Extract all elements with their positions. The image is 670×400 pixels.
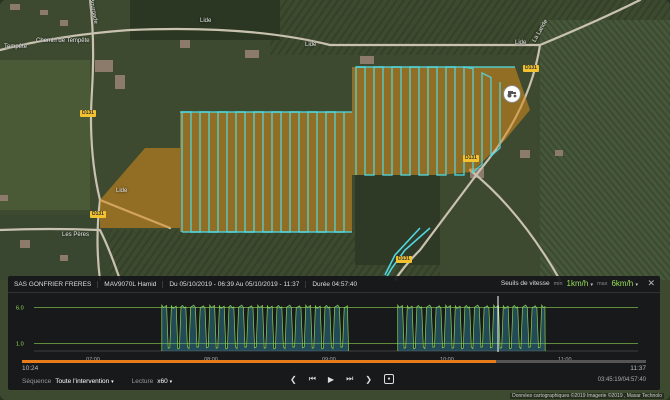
play-icon[interactable]: ▶ (328, 375, 334, 384)
trees-bottom-left (0, 215, 110, 280)
close-icon[interactable]: ✕ (647, 278, 655, 289)
speed-chart[interactable]: 6.01.0 07:0008:0009:0010:0011:00 (8, 294, 660, 364)
screenshot-icon[interactable]: ● (383, 374, 394, 384)
period-range: Du 05/10/2019 - 06:39 Au 05/10/2019 - 11… (163, 280, 307, 288)
road-label: Lide (116, 188, 128, 194)
prev-icon[interactable]: ❮ (290, 375, 297, 384)
player-buttons: ❮ ⏮ ▶ ⏭ ❯ ● (290, 374, 394, 384)
chevron-down-icon: ▾ (590, 282, 594, 288)
speed-thresholds: Seuils de vitesse min 1km/h ▾ max 6km/h … (501, 279, 638, 288)
timeline-end: 11:37 (630, 365, 646, 372)
timeline-start: 10:24 (22, 365, 39, 372)
chart-y-ticks: 6.0 1.0 (16, 305, 24, 347)
max-threshold-select[interactable]: 6km/h ▾ (611, 279, 638, 288)
field-left (0, 60, 90, 210)
vehicle-name: MAV9070L Hamid (98, 280, 164, 288)
road-label: Chemin de Tempête (36, 38, 90, 44)
timeline-progress (22, 360, 497, 363)
thresholds-label: Seuils de vitesse (500, 280, 550, 287)
chevron-down-icon: ▾ (111, 378, 114, 385)
speed-series (161, 303, 546, 352)
tractor-icon[interactable] (503, 85, 521, 103)
app-viewport: Tempête Chemin de Tempête Lide Lide Lide… (0, 0, 670, 400)
map-credits: Données cartographiques ©2019 Imagerie ©… (510, 393, 664, 399)
playback-panel: SAS GONFRIER FRERES MAV9070L Hamid Du 05… (8, 276, 660, 390)
road-label: Les Pères (62, 232, 90, 238)
road-label: Lide (305, 42, 317, 48)
playback-speed-select[interactable]: x60 ▾ (157, 378, 172, 385)
route-badge: D131 (90, 211, 106, 218)
road-label: Lide (200, 18, 212, 24)
min-label: min (553, 280, 563, 287)
skip-end-icon[interactable]: ⏭ (346, 374, 353, 384)
y-tick-label: 6.0 (16, 305, 24, 311)
company-name: SAS GONFRIER FRERES (8, 280, 99, 288)
playback-label: Lecture (131, 377, 154, 385)
playback-speed-value: x60 (157, 377, 168, 385)
route-badge: D131 (396, 256, 412, 263)
chevron-down-icon: ▾ (635, 282, 638, 288)
sequence-label: Séquence (22, 377, 52, 385)
timeline-bar[interactable] (22, 360, 646, 363)
road-label: Lide (515, 40, 527, 46)
next-icon[interactable]: ❯ (365, 375, 372, 384)
max-label: max (597, 280, 608, 287)
duration: Durée 04:57:40 (312, 280, 358, 288)
route-badge: D131 (80, 110, 96, 117)
route-badge: D131 (523, 65, 539, 72)
road-label: Tempête (4, 44, 28, 50)
max-threshold-value: 6km/h (611, 279, 634, 288)
min-threshold-select[interactable]: 1km/h ▾ (567, 279, 594, 288)
sequence-select[interactable]: Toute l'intervention ▾ (55, 378, 113, 385)
min-threshold-value: 1km/h (566, 279, 589, 288)
chevron-down-icon: ▾ (169, 378, 173, 385)
route-badge: D131 (463, 155, 479, 162)
skip-start-icon[interactable]: ⏮ (309, 374, 316, 384)
playback-clock: 03:45:19/04:57:40 (597, 377, 646, 383)
sequence-value: Toute l'intervention (55, 377, 110, 385)
y-tick-label: 1.0 (16, 342, 24, 348)
